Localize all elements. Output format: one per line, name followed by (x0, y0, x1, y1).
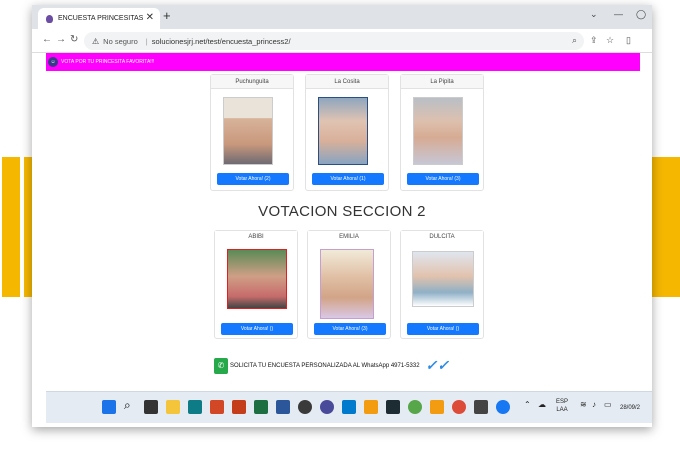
word-icon[interactable] (276, 400, 290, 414)
whatsapp-icon: ✆ (214, 357, 228, 374)
page-banner: ☺ VOTA POR TU PRINCESITA FAVORITA!!! (46, 53, 640, 71)
candidate-photo (413, 97, 463, 165)
share-icon[interactable]: ⇪ (590, 35, 598, 46)
zoom-search-icon[interactable]: ⌕ (572, 35, 577, 46)
candidate-name: DULCITA (401, 231, 483, 243)
tab-search-chevron-icon[interactable]: ⌄ (590, 9, 598, 20)
app-icon[interactable] (408, 400, 422, 414)
address-bar-row: ← → ↻ ⚠ No seguro | solucionesjrj.net/te… (32, 29, 652, 53)
browser-window: ENCUESTA PRINCESITAS ✕ + ⌄ — ◯ ← → ↻ ⚠ N… (32, 5, 652, 427)
wifi-icon[interactable]: ≋ (580, 401, 587, 409)
cloud-icon[interactable]: ☁ (538, 401, 546, 409)
candidate-name: EMILIA (308, 231, 390, 243)
candidate-card-5: EMILIA Votar Ahora! (3) (307, 230, 391, 339)
candidate-card-3: La Pipita Votar Ahora! (3) (400, 74, 484, 191)
candidate-card-1: Puchunguita Votar Ahora! (2) (210, 74, 294, 191)
section-2-title: VOTACION SECCION 2 (258, 203, 426, 220)
tab-title: ENCUESTA PRINCESITAS (58, 15, 144, 22)
keyboard-layout: LAA (556, 407, 568, 413)
warning-icon: ⚠ (92, 36, 100, 46)
task-view-icon[interactable] (144, 400, 158, 414)
security-label: No seguro (103, 36, 138, 46)
candidate-photo (320, 249, 374, 319)
excel-icon[interactable] (254, 400, 268, 414)
candidate-name: La Pipita (401, 75, 483, 89)
sublime-icon[interactable] (430, 400, 444, 414)
chrome-icon[interactable] (452, 400, 466, 414)
banner-text: VOTA POR TU PRINCESITA FAVORITA!!! (61, 59, 155, 65)
candidate-name: Puchunguita (211, 75, 293, 89)
volume-icon[interactable]: ♪ (592, 401, 596, 409)
vscode-icon[interactable] (342, 400, 356, 414)
language-code: ESP (556, 399, 569, 405)
back-arrow-icon[interactable]: ← (42, 34, 52, 45)
whatsapp-promo[interactable]: ✆ SOLICITA TU ENCUESTA PERSONALIZADA AL … (214, 357, 449, 374)
candidate-photo (318, 97, 368, 165)
dreamweaver-icon[interactable] (386, 400, 400, 414)
url-text: solucionesjrj.net/test/encuesta_princess… (151, 36, 291, 46)
side-panel-icon[interactable]: ▯ (626, 35, 631, 46)
tab-encuesta[interactable]: ENCUESTA PRINCESITAS ✕ (38, 8, 160, 29)
minimize-icon[interactable]: — (614, 9, 623, 19)
candidate-name: La Cosita (306, 75, 388, 89)
vote-button[interactable]: Votar Ahora! (3) (407, 173, 479, 185)
new-tab-button[interactable]: + (163, 8, 171, 23)
tray-chevron-icon[interactable]: ⌃ (524, 401, 531, 409)
tab-close-icon[interactable]: ✕ (146, 12, 154, 23)
facebook-icon[interactable] (496, 400, 510, 414)
search-icon[interactable]: ⌕ (124, 398, 138, 412)
app-icon[interactable] (474, 400, 488, 414)
file-explorer-icon[interactable] (166, 400, 180, 414)
candidate-name: ABIBI (215, 231, 297, 243)
favicon-icon (46, 14, 53, 23)
candidate-photo (227, 249, 287, 309)
clock-date[interactable]: 28/09/2 (620, 404, 640, 412)
vote-button[interactable]: Votar Ahora! (3) (314, 323, 386, 335)
start-icon[interactable] (102, 400, 116, 414)
reload-icon[interactable]: ↻ (70, 34, 78, 45)
url-separator: | (145, 36, 148, 46)
vote-button[interactable]: Votar Ahora! () (221, 323, 293, 335)
candidate-photo (412, 251, 474, 307)
language-indicator[interactable]: ESP LAA (556, 398, 568, 414)
vote-button[interactable]: Votar Ahora! () (407, 323, 479, 335)
url-bar[interactable]: ⚠ No seguro | solucionesjrj.net/test/enc… (84, 32, 584, 50)
screenshot-stage: ENCUESTA PRINCESITAS ✕ + ⌄ — ◯ ← → ↻ ⚠ N… (0, 0, 680, 454)
powerpoint-icon[interactable] (210, 400, 224, 414)
decor-yellow-bar-left (2, 157, 20, 297)
site-logo-icon: ☺ (48, 57, 58, 67)
bookmark-star-icon[interactable]: ☆ (606, 35, 614, 46)
forward-arrow-icon[interactable]: → (56, 34, 66, 45)
candidate-card-2: La Cosita Votar Ahora! (1) (305, 74, 389, 191)
access-icon[interactable] (232, 400, 246, 414)
php-icon[interactable] (320, 400, 334, 414)
candidate-card-4: ABIBI Votar Ahora! () (214, 230, 298, 339)
sublime-icon[interactable] (364, 400, 378, 414)
vote-button[interactable]: Votar Ahora! (1) (312, 173, 384, 185)
double-check-icon: ✓✓ (425, 357, 449, 373)
tab-strip: ENCUESTA PRINCESITAS ✕ + ⌄ — ◯ (32, 5, 652, 29)
whatsapp-text: SOLICITA TU ENCUESTA PERSONALIZADA AL Wh… (230, 362, 420, 369)
decor-yellow-bar-right (652, 157, 680, 297)
battery-icon[interactable]: ▭ (604, 401, 612, 409)
restore-icon[interactable]: ◯ (636, 9, 646, 20)
vote-button[interactable]: Votar Ahora! (2) (217, 173, 289, 185)
windows-taskbar: ⌕ ⌃ ☁ ESP LAA ≋ ♪ ▭ 28/09/2 (46, 391, 652, 423)
app-icon[interactable] (298, 400, 312, 414)
app-icon[interactable] (188, 400, 202, 414)
candidate-card-6: DULCITA Votar Ahora! () (400, 230, 484, 339)
candidate-photo (223, 97, 273, 165)
